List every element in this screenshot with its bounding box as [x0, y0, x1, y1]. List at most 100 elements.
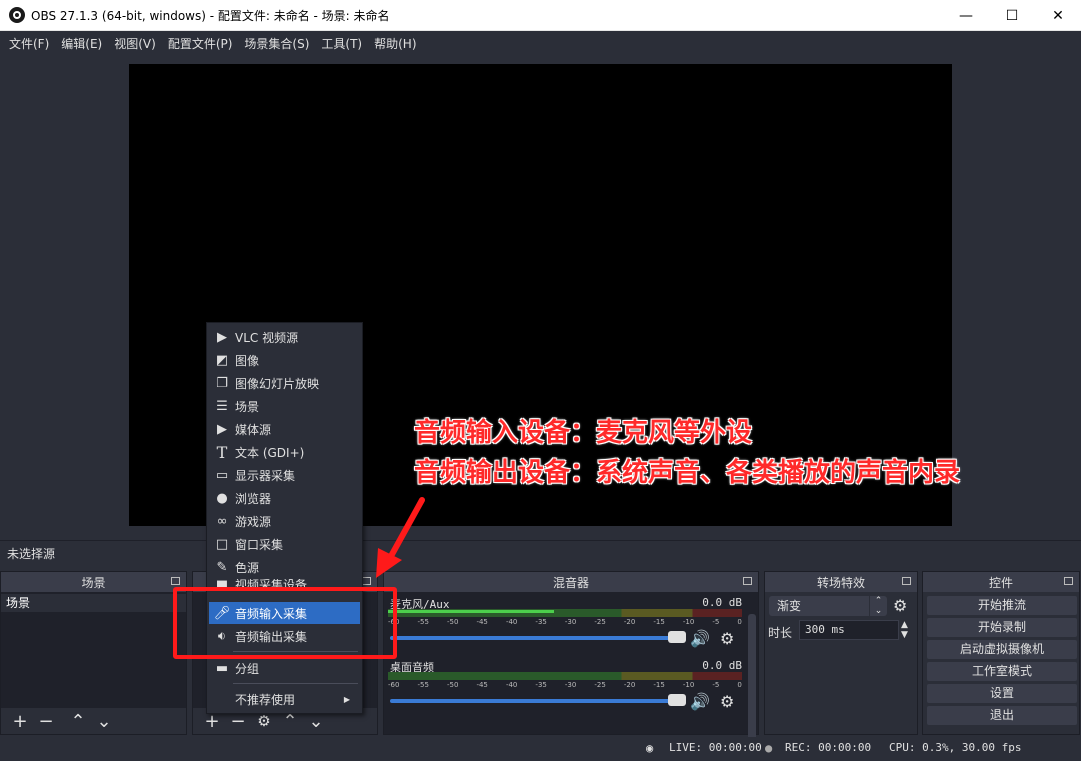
meter-tick-label: -40	[505, 681, 518, 689]
menu-file[interactable]: 文件(F)	[3, 35, 55, 52]
meter-tick-label: -30	[564, 618, 577, 626]
minimize-button[interactable]: —	[943, 0, 989, 31]
highlight-box	[173, 587, 397, 659]
menu-item-text-gdi[interactable]: T 文本 (GDI+)	[209, 441, 360, 463]
start-streaming-button[interactable]: 开始推流	[927, 596, 1077, 615]
slideshow-icon: ❐	[216, 375, 228, 391]
menu-edit[interactable]: 编辑(E)	[55, 35, 108, 52]
window-title: OBS 27.1.3 (64-bit, windows) - 配置文件: 未命名…	[31, 8, 390, 23]
menu-item-image[interactable]: ◩ 图像	[209, 349, 360, 371]
mixer-body: 麦克风/Aux 0.0 dB -60 -55 -50 -45 -40 -35 -30 -25-…	[384, 592, 758, 752]
status-bar: ◉ LIVE: 00:00:00 ● REC: 00:00:00 CPU: 0.…	[0, 737, 1081, 761]
meter-scale: -60 -55 -50 -45 -40 -35 -30 -25 -20 -15 -10 -5 0	[388, 681, 742, 691]
menu-separator	[233, 683, 358, 684]
menu-item-display-capture[interactable]: ▭ 显示器采集	[209, 464, 360, 486]
speaker-icon[interactable]: 🔊	[690, 629, 710, 648]
close-button[interactable]: ✕	[1035, 0, 1081, 31]
meter-tick-label: -15	[653, 681, 665, 689]
meter-tick-label: -60	[388, 681, 400, 689]
globe-icon: ●	[216, 490, 228, 506]
menu-item-color-source[interactable]: ✎ 色源	[209, 556, 360, 578]
meter-tick-label: -50	[446, 681, 459, 689]
meter-tick-label: -45	[476, 681, 488, 689]
meter-tick-label: -35	[535, 618, 547, 626]
float-icon[interactable]	[743, 577, 752, 585]
mixer-dock-title: 混音器	[384, 572, 758, 592]
menu-item-scene[interactable]: ☰ 场景	[209, 395, 360, 417]
meter-scale: -60 -55 -50 -45 -40 -35 -30 -25 -20 -15 -10 -5 0	[388, 618, 742, 628]
remove-icon[interactable]: −	[33, 711, 59, 732]
menu-item-window-capture[interactable]: □ 窗口采集	[209, 533, 360, 555]
meter-tick-label: -55	[417, 618, 429, 626]
meter-tick-label: -10	[682, 618, 695, 626]
scenes-toolbar: + − ⌃ ⌄	[1, 708, 186, 734]
chevron-up-icon[interactable]: ⌃	[65, 711, 91, 732]
studio-mode-button[interactable]: 工作室模式	[927, 662, 1077, 681]
menu-item-game-capture[interactable]: ∞ 游戏源	[209, 510, 360, 532]
text-icon: T	[216, 442, 228, 462]
menu-item-deprecated[interactable]: 不推荐使用 ▶	[209, 688, 360, 710]
meter-tick-label: -40	[505, 618, 518, 626]
live-signal-icon: ◉	[646, 741, 654, 755]
controls-dock-title: 控件	[923, 572, 1079, 592]
menu-item-image-slideshow[interactable]: ❐ 图像幻灯片放映	[209, 372, 360, 394]
menu-tools[interactable]: 工具(T)	[315, 35, 368, 52]
menu-item-group[interactable]: ▬ 分组	[209, 657, 360, 679]
meter-tick-label: -15	[653, 618, 665, 626]
menu-view[interactable]: 视图(V)	[108, 35, 162, 52]
meter-tick-label: -25	[594, 681, 606, 689]
gear-icon[interactable]: ⚙	[251, 712, 277, 730]
mixer-scrollbar[interactable]	[748, 614, 756, 752]
chevron-right-icon: ▶	[343, 694, 350, 704]
volume-slider[interactable]	[390, 636, 680, 640]
annotation-arrow-icon	[376, 497, 425, 578]
mixer-channel-desktop: 桌面音频 0.0 dB -60 -55 -50 -45 -40 -35 -30 -25 -20-…	[388, 659, 744, 719]
list-item[interactable]: 场景	[1, 594, 186, 612]
brush-icon: ✎	[216, 559, 228, 575]
controls-dock: 控件 开始推流 开始录制 启动虚拟摄像机 工作室模式 设置 退出	[922, 571, 1080, 735]
settings-button[interactable]: 设置	[927, 684, 1077, 703]
volume-slider-handle[interactable]	[668, 694, 686, 706]
folder-icon: ▬	[215, 660, 229, 676]
window-controls: — ☐ ✕	[943, 0, 1081, 31]
volume-meter	[388, 609, 742, 617]
menu-item-vlc-video-source[interactable]: ▶ VLC 视频源	[209, 326, 360, 348]
mixer-dock: 混音器 麦克风/Aux 0.0 dB -60 -55 -50 -45 -40 -35 -30…	[383, 571, 759, 752]
title-bar: OBS 27.1.3 (64-bit, windows) - 配置文件: 未命名…	[0, 0, 1081, 31]
chevron-updown-icon[interactable]: ⌃ ⌄	[869, 596, 887, 616]
transition-select[interactable]: 渐变 ⌃ ⌄	[769, 596, 887, 616]
add-icon[interactable]: +	[7, 711, 33, 732]
meter-tick-label: 0	[737, 618, 742, 626]
source-toolbar: 未选择源	[0, 540, 1081, 564]
volume-slider-handle[interactable]	[668, 631, 686, 643]
menu-help[interactable]: 帮助(H)	[368, 35, 422, 52]
gear-icon[interactable]: ⚙	[893, 596, 907, 615]
start-recording-button[interactable]: 开始录制	[927, 618, 1077, 637]
start-virtual-camera-button[interactable]: 启动虚拟摄像机	[927, 640, 1077, 659]
duration-input[interactable]: 300 ms	[799, 620, 899, 640]
menu-scene-collection[interactable]: 场景集合(S)	[238, 35, 315, 52]
gear-icon[interactable]: ⚙	[720, 629, 734, 648]
meter-tick-label: -35	[535, 681, 547, 689]
volume-slider[interactable]	[390, 699, 680, 703]
scenes-dock-title: 场景	[1, 572, 186, 592]
float-icon[interactable]	[1064, 577, 1073, 585]
gamepad-icon: ∞	[216, 513, 228, 529]
chevron-down-icon[interactable]: ⌄	[91, 711, 117, 732]
gear-icon[interactable]: ⚙	[720, 692, 734, 711]
list-icon: ☰	[216, 398, 228, 414]
menu-item-media-source[interactable]: ▶ 媒体源	[209, 418, 360, 440]
float-icon[interactable]	[362, 577, 371, 585]
duration-stepper-icon[interactable]: ▲ ▼	[901, 620, 908, 640]
speaker-icon[interactable]: 🔊	[690, 692, 710, 711]
menu-bar: 文件(F) 编辑(E) 视图(V) 配置文件(P) 场景集合(S) 工具(T) …	[0, 31, 1081, 55]
menu-profile[interactable]: 配置文件(P)	[162, 35, 239, 52]
maximize-button[interactable]: ☐	[989, 0, 1035, 31]
meter-tick-label: -5	[712, 681, 720, 689]
menu-item-browser[interactable]: ● 浏览器	[209, 487, 360, 509]
monitor-icon: ▭	[215, 467, 229, 483]
float-icon[interactable]	[902, 577, 911, 585]
window-icon: □	[215, 536, 229, 552]
exit-button[interactable]: 退出	[927, 706, 1077, 725]
float-icon[interactable]	[171, 577, 180, 585]
